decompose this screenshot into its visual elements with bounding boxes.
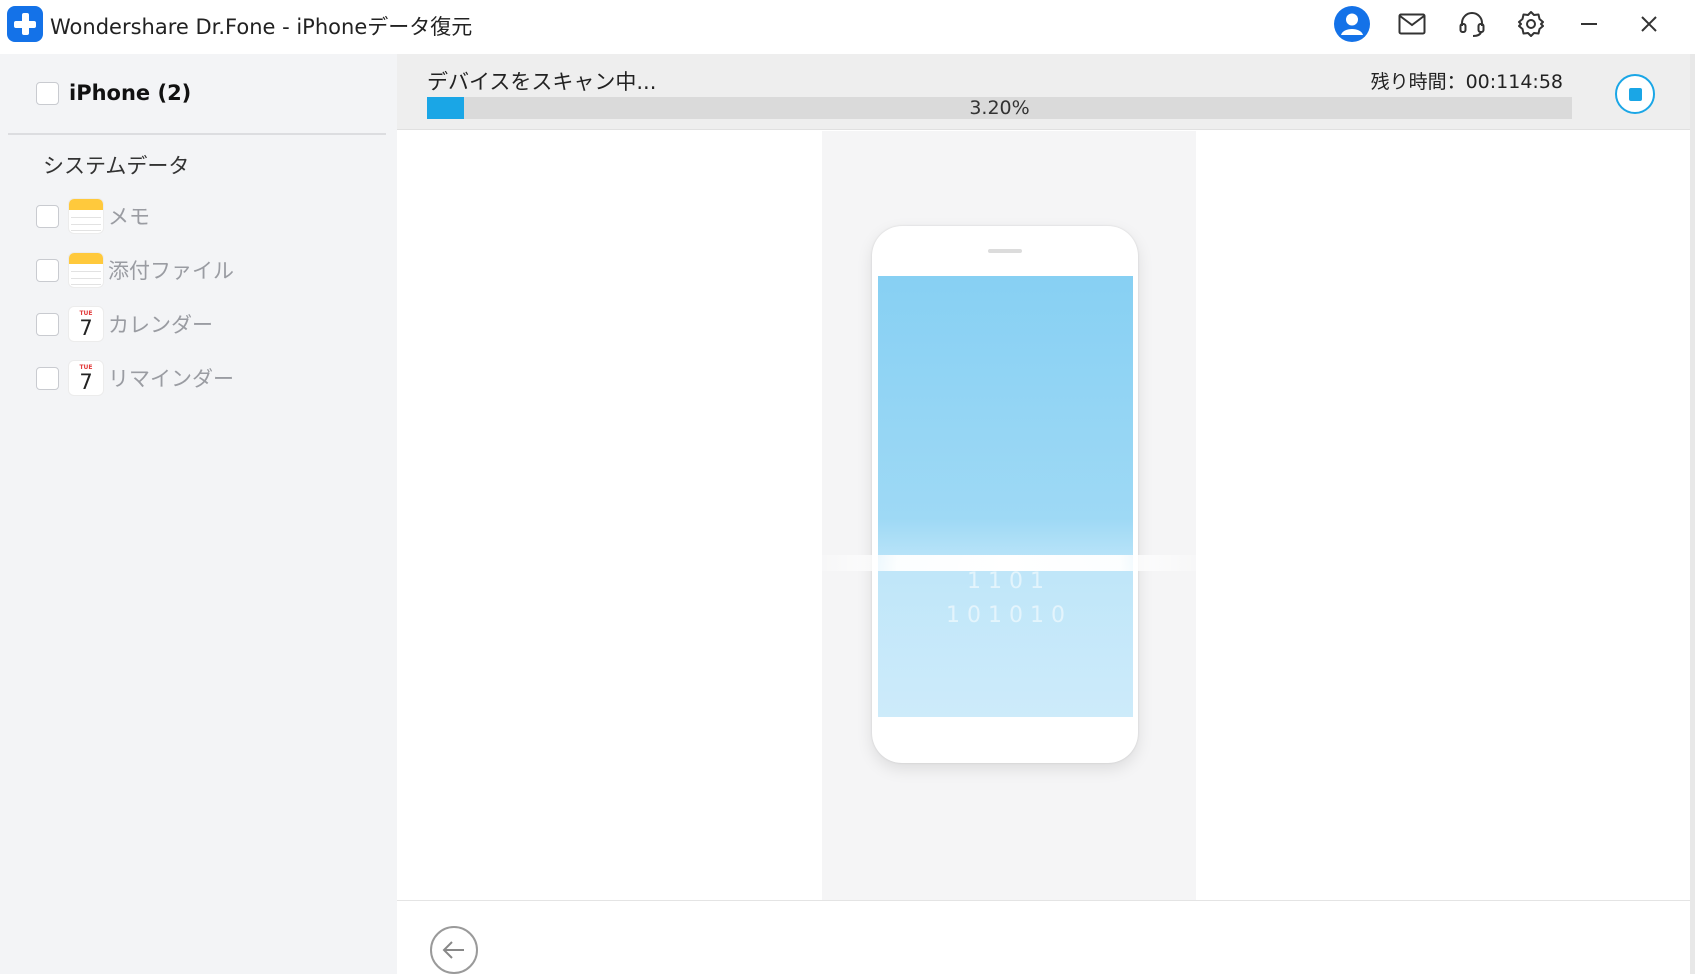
category-checkbox[interactable] xyxy=(36,312,59,336)
scan-animation-area: 1 1 0 1 1 0 1 0 1 0 xyxy=(397,131,1695,902)
window-edge xyxy=(1690,54,1695,974)
window-title: Wondershare Dr.Fone - iPhoneデータ復元 xyxy=(50,15,473,39)
category-label: リマインダー xyxy=(108,367,234,391)
gear-icon[interactable] xyxy=(1512,5,1550,43)
section-title: システムデータ xyxy=(43,154,190,178)
mail-icon[interactable] xyxy=(1393,5,1431,43)
sidebar: iPhone (2) システムデータ メモ 添付ファイル TUE 7 カレンダー xyxy=(0,54,397,974)
calendar-icon: TUE 7 xyxy=(68,306,104,342)
binary-digits-row: 1 0 1 0 1 0 xyxy=(946,603,1065,628)
headset-icon[interactable] xyxy=(1453,5,1491,43)
category-item-notes[interactable]: メモ xyxy=(36,198,150,234)
device-checkbox[interactable] xyxy=(36,81,59,105)
footer xyxy=(397,901,1695,974)
progress-bar: 3.20% xyxy=(427,97,1572,119)
time-remaining: 残り時間：00:114:58 xyxy=(1370,71,1563,93)
category-item-reminders[interactable]: TUE 7 リマインダー xyxy=(36,360,234,396)
progress-label: 3.20% xyxy=(969,97,1030,119)
close-icon[interactable] xyxy=(1630,5,1668,43)
scan-line xyxy=(822,555,1196,571)
calendar-icon: TUE 7 xyxy=(68,360,104,396)
category-checkbox[interactable] xyxy=(36,258,59,282)
back-button[interactable] xyxy=(430,926,478,974)
category-checkbox[interactable] xyxy=(36,366,59,390)
category-checkbox[interactable] xyxy=(36,204,59,228)
sidebar-divider xyxy=(8,133,386,135)
notes-icon xyxy=(68,198,104,234)
minimize-icon[interactable] xyxy=(1570,5,1608,43)
account-icon[interactable] xyxy=(1333,5,1371,43)
category-item-calendar[interactable]: TUE 7 カレンダー xyxy=(36,306,213,342)
dr-fone-logo-icon xyxy=(7,6,43,42)
category-label: メモ xyxy=(108,205,150,229)
title-bar: Wondershare Dr.Fone - iPhoneデータ復元 xyxy=(0,0,1695,48)
scan-column: 1 1 0 1 1 0 1 0 1 0 xyxy=(822,131,1196,901)
stop-icon xyxy=(1628,87,1642,101)
phone-illustration: 1 1 0 1 1 0 1 0 1 0 xyxy=(872,226,1138,763)
scan-header: デバイスをスキャン中... 残り時間：00:114:58 3.20% xyxy=(397,54,1695,130)
scan-status: デバイスをスキャン中... xyxy=(427,70,657,94)
device-label: iPhone (2) xyxy=(69,81,192,105)
phone-speaker xyxy=(988,249,1022,253)
arrow-left-icon xyxy=(442,941,464,959)
category-label: 添付ファイル xyxy=(108,259,234,283)
phone-screen: 1 1 0 1 1 0 1 0 1 0 xyxy=(878,276,1133,717)
stop-scan-button[interactable] xyxy=(1615,74,1655,114)
category-label: カレンダー xyxy=(108,313,213,337)
category-item-attachments[interactable]: 添付ファイル xyxy=(36,252,234,288)
notes-icon xyxy=(68,252,104,288)
device-row[interactable]: iPhone (2) xyxy=(36,78,191,108)
binary-digits-row: 1 1 0 1 xyxy=(967,569,1044,594)
